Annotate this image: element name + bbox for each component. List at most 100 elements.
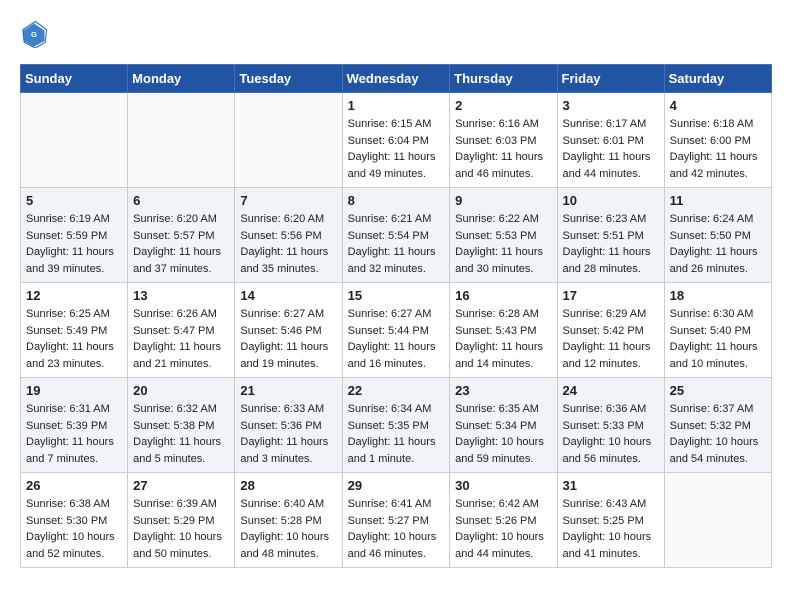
day-info: Sunrise: 6:20 AM Sunset: 5:57 PM Dayligh… xyxy=(133,211,229,277)
day-number: 11 xyxy=(670,193,766,208)
day-number: 16 xyxy=(455,288,551,303)
day-number: 13 xyxy=(133,288,229,303)
day-info: Sunrise: 6:23 AM Sunset: 5:51 PM Dayligh… xyxy=(563,211,659,277)
day-info: Sunrise: 6:41 AM Sunset: 5:27 PM Dayligh… xyxy=(348,496,445,562)
day-info: Sunrise: 6:27 AM Sunset: 5:46 PM Dayligh… xyxy=(240,306,336,372)
calendar-week-row: 19 Sunrise: 6:31 AM Sunset: 5:39 PM Dayli… xyxy=(21,378,772,473)
day-info: Sunrise: 6:20 AM Sunset: 5:56 PM Dayligh… xyxy=(240,211,336,277)
calendar-week-row: 26Sunrise: 6:38 AM Sunset: 5:30 PM Dayli… xyxy=(21,473,772,568)
calendar-cell: 28 Sunrise: 6:40 AM Sunset: 5:28 PM Dayli… xyxy=(235,473,342,568)
day-number: 21 xyxy=(240,383,336,398)
calendar-cell: 15 Sunrise: 6:27 AM Sunset: 5:44 PM Dayli… xyxy=(342,283,450,378)
calendar-cell: 31Sunrise: 6:43 AM Sunset: 5:25 PM Dayli… xyxy=(557,473,664,568)
day-info: Sunrise: 6:31 AM Sunset: 5:39 PM Dayligh… xyxy=(26,401,122,467)
day-number: 5 xyxy=(26,193,122,208)
calendar-weekday-header: Monday xyxy=(128,65,235,93)
day-number: 19 xyxy=(26,383,122,398)
calendar-cell: 18 Sunrise: 6:30 AM Sunset: 5:40 PM Dayli… xyxy=(664,283,771,378)
day-info: Sunrise: 6:35 AM Sunset: 5:34 PM Dayligh… xyxy=(455,401,551,467)
day-info: Sunrise: 6:18 AM Sunset: 6:00 PM Dayligh… xyxy=(670,116,766,182)
day-info: Sunrise: 6:24 AM Sunset: 5:50 PM Dayligh… xyxy=(670,211,766,277)
calendar-weekday-header: Tuesday xyxy=(235,65,342,93)
calendar-cell xyxy=(664,473,771,568)
day-number: 24 xyxy=(563,383,659,398)
day-info: Sunrise: 6:37 AM Sunset: 5:32 PM Dayligh… xyxy=(670,401,766,467)
day-info: Sunrise: 6:16 AM Sunset: 6:03 PM Dayligh… xyxy=(455,116,551,182)
day-info: Sunrise: 6:32 AM Sunset: 5:38 PM Dayligh… xyxy=(133,401,229,467)
calendar-header-row: SundayMondayTuesdayWednesdayThursdayFrid… xyxy=(21,65,772,93)
day-info: Sunrise: 6:27 AM Sunset: 5:44 PM Dayligh… xyxy=(348,306,445,372)
day-info: Sunrise: 6:42 AM Sunset: 5:26 PM Dayligh… xyxy=(455,496,551,562)
day-number: 23 xyxy=(455,383,551,398)
calendar-weekday-header: Wednesday xyxy=(342,65,450,93)
calendar-table: SundayMondayTuesdayWednesdayThursdayFrid… xyxy=(20,64,772,568)
calendar-week-row: 1 Sunrise: 6:15 AM Sunset: 6:04 PM Daylig… xyxy=(21,93,772,188)
calendar-weekday-header: Thursday xyxy=(450,65,557,93)
calendar-week-row: 5 Sunrise: 6:19 AM Sunset: 5:59 PM Daylig… xyxy=(21,188,772,283)
day-number: 6 xyxy=(133,193,229,208)
day-info: Sunrise: 6:17 AM Sunset: 6:01 PM Dayligh… xyxy=(563,116,659,182)
day-number: 28 xyxy=(240,478,336,493)
day-info: Sunrise: 6:28 AM Sunset: 5:43 PM Dayligh… xyxy=(455,306,551,372)
day-number: 26 xyxy=(26,478,122,493)
logo-icon: G xyxy=(20,20,48,48)
day-info: Sunrise: 6:33 AM Sunset: 5:36 PM Dayligh… xyxy=(240,401,336,467)
day-number: 29 xyxy=(348,478,445,493)
day-info: Sunrise: 6:21 AM Sunset: 5:54 PM Dayligh… xyxy=(348,211,445,277)
day-number: 22 xyxy=(348,383,445,398)
calendar-cell: 13 Sunrise: 6:26 AM Sunset: 5:47 PM Dayli… xyxy=(128,283,235,378)
calendar-cell: 6 Sunrise: 6:20 AM Sunset: 5:57 PM Daylig… xyxy=(128,188,235,283)
day-info: Sunrise: 6:19 AM Sunset: 5:59 PM Dayligh… xyxy=(26,211,122,277)
day-info: Sunrise: 6:39 AM Sunset: 5:29 PM Dayligh… xyxy=(133,496,229,562)
day-number: 25 xyxy=(670,383,766,398)
calendar-cell xyxy=(235,93,342,188)
day-info: Sunrise: 6:30 AM Sunset: 5:40 PM Dayligh… xyxy=(670,306,766,372)
calendar-cell: 17Sunrise: 6:29 AM Sunset: 5:42 PM Dayli… xyxy=(557,283,664,378)
calendar-cell: 3Sunrise: 6:17 AM Sunset: 6:01 PM Daylig… xyxy=(557,93,664,188)
day-number: 10 xyxy=(563,193,659,208)
calendar-cell xyxy=(21,93,128,188)
day-info: Sunrise: 6:36 AM Sunset: 5:33 PM Dayligh… xyxy=(563,401,659,467)
day-info: Sunrise: 6:40 AM Sunset: 5:28 PM Dayligh… xyxy=(240,496,336,562)
calendar-cell: 30 Sunrise: 6:42 AM Sunset: 5:26 PM Dayli… xyxy=(450,473,557,568)
day-number: 18 xyxy=(670,288,766,303)
day-number: 17 xyxy=(563,288,659,303)
calendar-cell: 4 Sunrise: 6:18 AM Sunset: 6:00 PM Daylig… xyxy=(664,93,771,188)
day-info: Sunrise: 6:34 AM Sunset: 5:35 PM Dayligh… xyxy=(348,401,445,467)
calendar-cell: 16 Sunrise: 6:28 AM Sunset: 5:43 PM Dayli… xyxy=(450,283,557,378)
calendar-weekday-header: Saturday xyxy=(664,65,771,93)
calendar-cell: 1 Sunrise: 6:15 AM Sunset: 6:04 PM Daylig… xyxy=(342,93,450,188)
day-number: 20 xyxy=(133,383,229,398)
day-number: 30 xyxy=(455,478,551,493)
calendar-cell: 25 Sunrise: 6:37 AM Sunset: 5:32 PM Dayli… xyxy=(664,378,771,473)
calendar-cell: 11 Sunrise: 6:24 AM Sunset: 5:50 PM Dayli… xyxy=(664,188,771,283)
calendar-cell xyxy=(128,93,235,188)
calendar-cell: 27 Sunrise: 6:39 AM Sunset: 5:29 PM Dayli… xyxy=(128,473,235,568)
day-number: 15 xyxy=(348,288,445,303)
calendar-weekday-header: Friday xyxy=(557,65,664,93)
logo: G xyxy=(20,20,52,48)
day-number: 4 xyxy=(670,98,766,113)
day-number: 27 xyxy=(133,478,229,493)
day-number: 9 xyxy=(455,193,551,208)
day-number: 12 xyxy=(26,288,122,303)
day-number: 1 xyxy=(348,98,445,113)
calendar-cell: 26Sunrise: 6:38 AM Sunset: 5:30 PM Dayli… xyxy=(21,473,128,568)
calendar-cell: 19 Sunrise: 6:31 AM Sunset: 5:39 PM Dayli… xyxy=(21,378,128,473)
calendar-cell: 21 Sunrise: 6:33 AM Sunset: 5:36 PM Dayli… xyxy=(235,378,342,473)
calendar-cell: 10 Sunrise: 6:23 AM Sunset: 5:51 PM Dayli… xyxy=(557,188,664,283)
day-info: Sunrise: 6:15 AM Sunset: 6:04 PM Dayligh… xyxy=(348,116,445,182)
calendar-weekday-header: Sunday xyxy=(21,65,128,93)
calendar-cell: 14 Sunrise: 6:27 AM Sunset: 5:46 PM Dayli… xyxy=(235,283,342,378)
calendar-cell: 5 Sunrise: 6:19 AM Sunset: 5:59 PM Daylig… xyxy=(21,188,128,283)
calendar-cell: 12 Sunrise: 6:25 AM Sunset: 5:49 PM Dayli… xyxy=(21,283,128,378)
calendar-cell: 22 Sunrise: 6:34 AM Sunset: 5:35 PM Dayli… xyxy=(342,378,450,473)
day-number: 14 xyxy=(240,288,336,303)
day-info: Sunrise: 6:25 AM Sunset: 5:49 PM Dayligh… xyxy=(26,306,122,372)
day-info: Sunrise: 6:26 AM Sunset: 5:47 PM Dayligh… xyxy=(133,306,229,372)
calendar-cell: 7Sunrise: 6:20 AM Sunset: 5:56 PM Daylig… xyxy=(235,188,342,283)
page-header: G xyxy=(20,20,772,48)
day-number: 8 xyxy=(348,193,445,208)
day-number: 31 xyxy=(563,478,659,493)
calendar-cell: 24 Sunrise: 6:36 AM Sunset: 5:33 PM Dayli… xyxy=(557,378,664,473)
